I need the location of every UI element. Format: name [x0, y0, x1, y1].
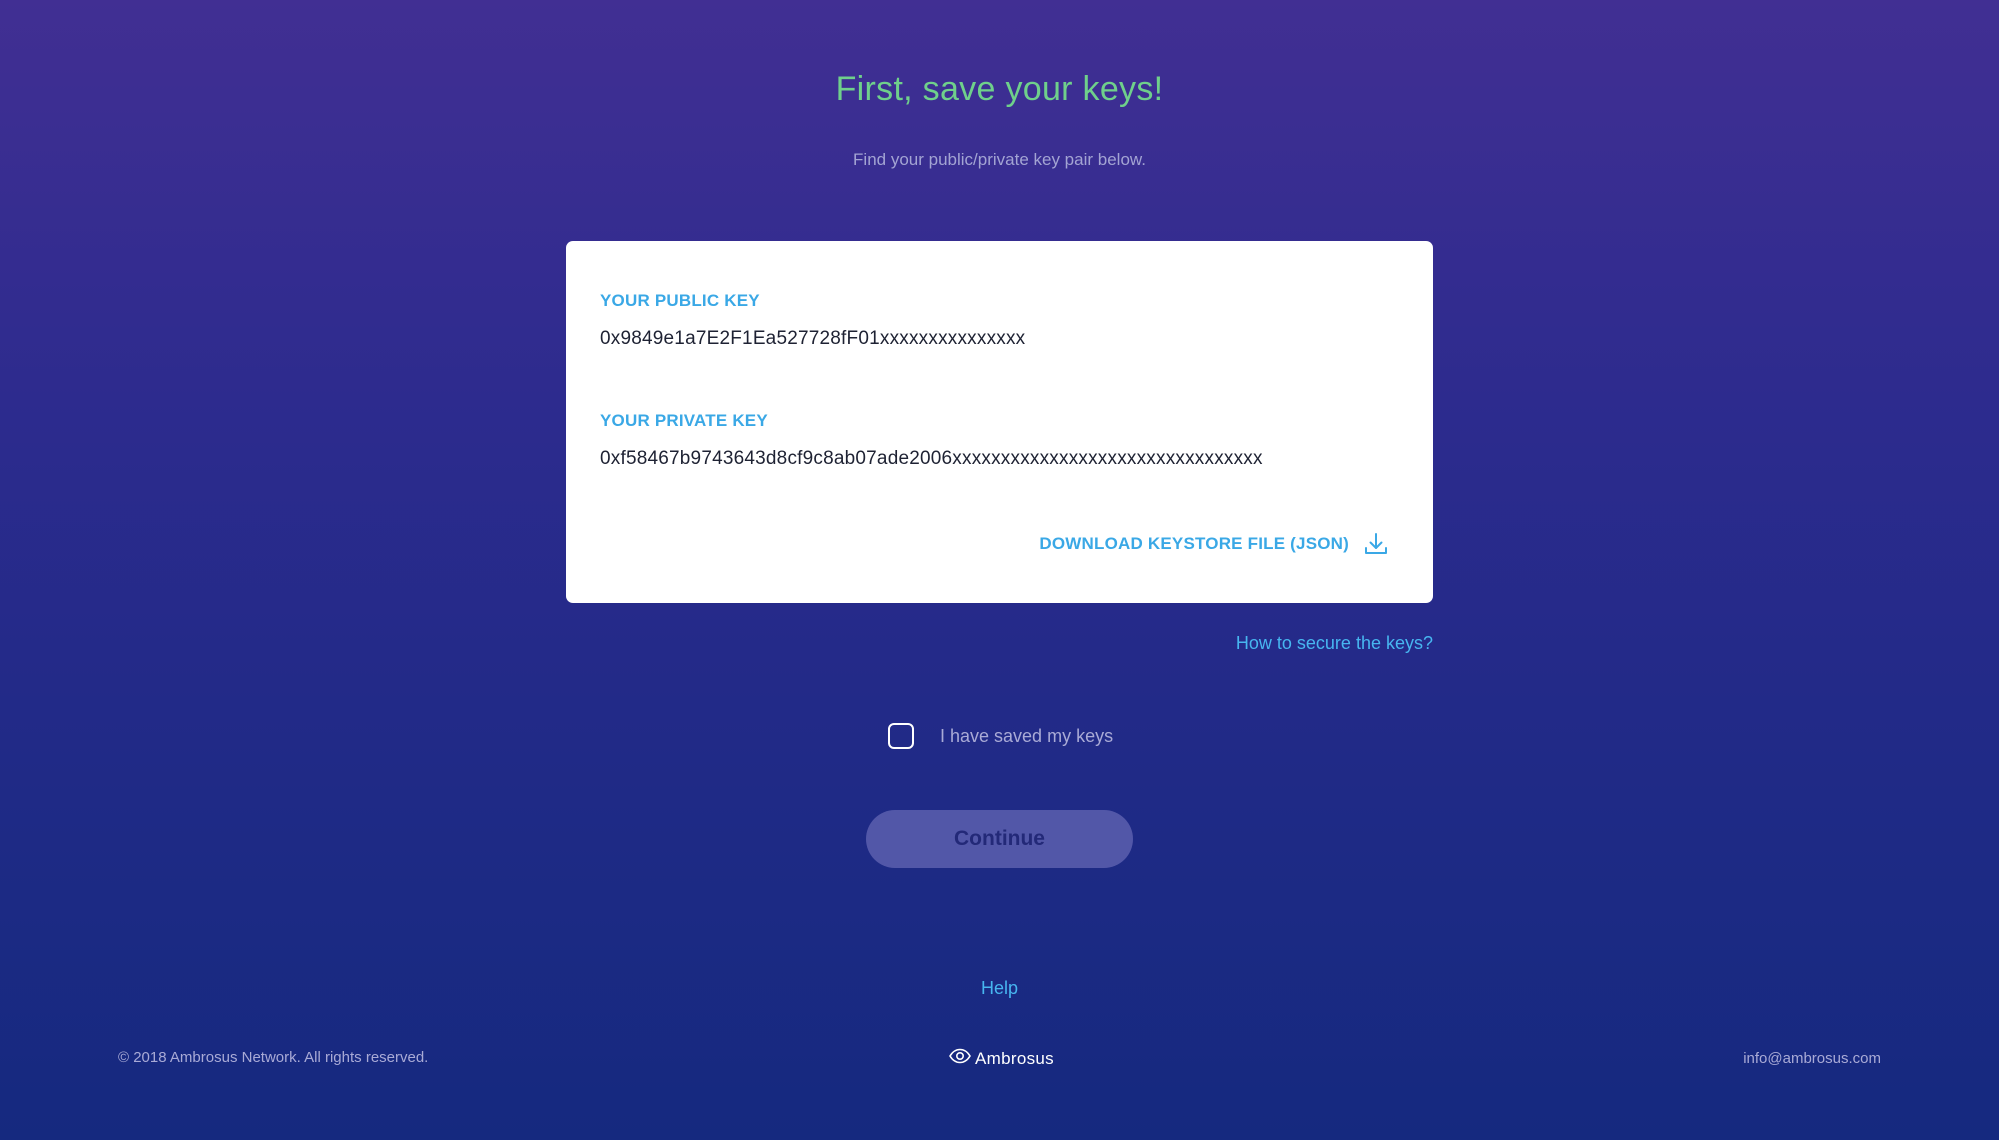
- page-subtitle: Find your public/private key pair below.: [853, 150, 1146, 169]
- saved-keys-label: I have saved my keys: [940, 725, 1114, 746]
- saved-keys-confirm[interactable]: I have saved my keys: [888, 723, 1113, 749]
- public-key-label: YOUR PUBLIC KEY: [600, 291, 760, 310]
- how-to-secure-keys-link[interactable]: How to secure the keys?: [1236, 633, 1433, 654]
- download-keystore-label: DOWNLOAD KEYSTORE FILE (JSON): [1039, 534, 1349, 553]
- footer-email-link[interactable]: info@ambrosus.com: [1743, 1050, 1881, 1067]
- page-title: First, save your keys!: [835, 70, 1164, 108]
- download-keystore-button[interactable]: DOWNLOAD KEYSTORE FILE (JSON): [1039, 531, 1389, 557]
- help-link-row: Help: [0, 978, 1999, 999]
- footer-copyright: © 2018 Ambrosus Network. All rights rese…: [118, 1049, 429, 1066]
- keys-card: YOUR PUBLIC KEY 0x9849e1a7E2F1Ea527728fF…: [566, 241, 1433, 603]
- public-key-value: 0x9849e1a7E2F1Ea527728fF01xxxxxxxxxxxxxx…: [600, 328, 1026, 349]
- download-icon: [1363, 531, 1389, 557]
- saved-keys-checkbox[interactable]: [888, 723, 914, 749]
- help-link[interactable]: Help: [981, 978, 1018, 998]
- private-key-value: 0xf58467b9743643d8cf9c8ab07ade2006xxxxxx…: [600, 448, 1263, 469]
- page: First, save your keys! Find your public/…: [0, 0, 1999, 1140]
- eye-icon: [949, 1048, 971, 1069]
- private-key-label: YOUR PRIVATE KEY: [600, 411, 768, 430]
- footer-logo-text: Ambrosus: [975, 1048, 1054, 1068]
- continue-button[interactable]: Continue: [866, 810, 1133, 868]
- footer-logo: Ambrosus: [949, 1048, 1054, 1069]
